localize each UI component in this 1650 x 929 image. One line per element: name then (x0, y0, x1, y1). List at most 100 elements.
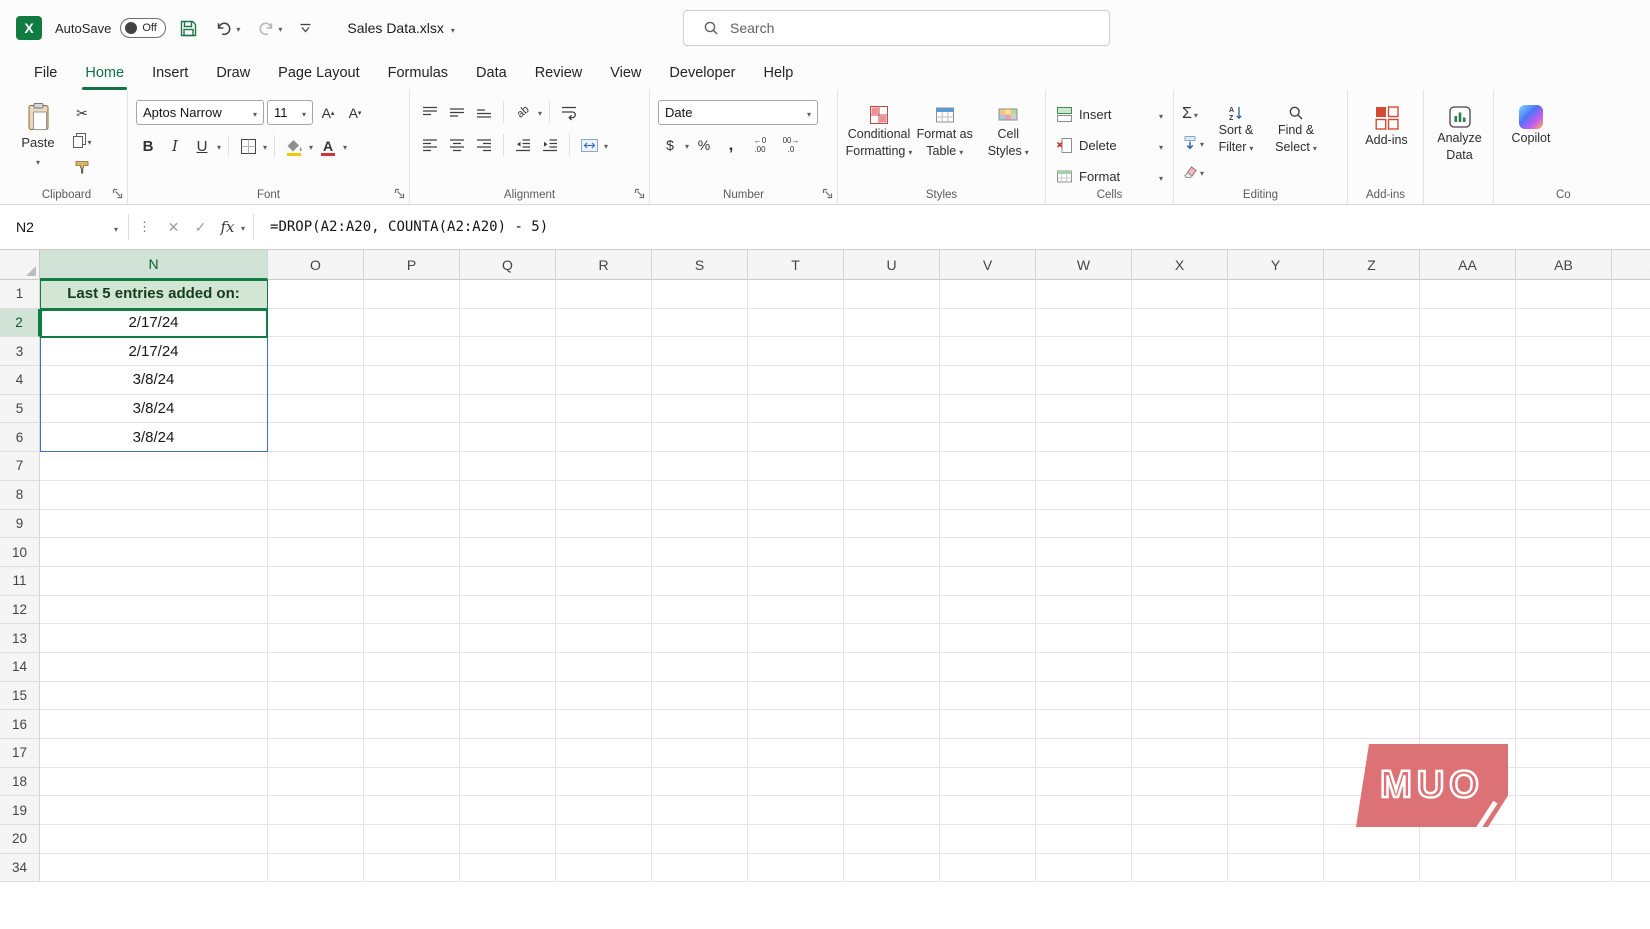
cell-Q13[interactable] (460, 624, 556, 653)
cell-O13[interactable] (268, 624, 364, 653)
column-header-P[interactable]: P (364, 250, 460, 280)
cell-X18[interactable] (1132, 768, 1228, 797)
cell-AA15[interactable] (1420, 682, 1516, 711)
align-top-button[interactable] (418, 100, 442, 124)
cell-Y5[interactable] (1228, 395, 1324, 424)
cell-T11[interactable] (748, 567, 844, 596)
cell-O8[interactable] (268, 481, 364, 510)
cell-O1[interactable] (268, 280, 364, 309)
cell-Y17[interactable] (1228, 739, 1324, 768)
cell-S20[interactable] (652, 825, 748, 854)
save-button[interactable] (175, 15, 202, 42)
cell-AB5[interactable] (1516, 395, 1612, 424)
cell-N14[interactable] (40, 653, 268, 682)
enter-button[interactable]: ✓ (187, 213, 214, 241)
row-header-1[interactable]: 1 (0, 280, 40, 309)
copilot-button[interactable]: Copilot (1502, 100, 1560, 146)
cell-AB20[interactable] (1516, 825, 1612, 854)
cell-AA1[interactable] (1420, 280, 1516, 309)
row-header-9[interactable]: 9 (0, 510, 40, 539)
column-header-X[interactable]: X (1132, 250, 1228, 280)
cell-Q12[interactable] (460, 596, 556, 625)
cell-V9[interactable] (940, 510, 1036, 539)
cell-V7[interactable] (940, 452, 1036, 481)
cell-Y11[interactable] (1228, 567, 1324, 596)
cell-N3[interactable]: 2/17/24 (40, 337, 268, 366)
row-header-5[interactable]: 5 (0, 395, 40, 424)
cell-W1[interactable] (1036, 280, 1132, 309)
align-right-button[interactable] (472, 133, 496, 157)
cell-O7[interactable] (268, 452, 364, 481)
cell-O16[interactable] (268, 710, 364, 739)
cell-Y8[interactable] (1228, 481, 1324, 510)
wrap-text-button[interactable] (557, 100, 581, 124)
cell-P12[interactable] (364, 596, 460, 625)
cell-S19[interactable] (652, 796, 748, 825)
cell-Y10[interactable] (1228, 538, 1324, 567)
cell-Z3[interactable] (1324, 337, 1420, 366)
cell-V10[interactable] (940, 538, 1036, 567)
cell-W2[interactable] (1036, 309, 1132, 338)
cell-AC12[interactable] (1612, 596, 1650, 625)
document-title[interactable]: Sales Data.xlsx (347, 20, 455, 36)
cell-R12[interactable] (556, 596, 652, 625)
cell-T1[interactable] (748, 280, 844, 309)
cell-Q10[interactable] (460, 538, 556, 567)
cell-AC17[interactable] (1612, 739, 1650, 768)
cell-R34[interactable] (556, 854, 652, 883)
cell-AB6[interactable] (1516, 423, 1612, 452)
cell-U12[interactable] (844, 596, 940, 625)
cell-Q16[interactable] (460, 710, 556, 739)
cell-AC14[interactable] (1612, 653, 1650, 682)
cell-N20[interactable] (40, 825, 268, 854)
cancel-button[interactable]: ✕ (160, 213, 187, 241)
cell-X19[interactable] (1132, 796, 1228, 825)
cell-Y13[interactable] (1228, 624, 1324, 653)
format-painter-button[interactable] (70, 156, 94, 178)
cell-R18[interactable] (556, 768, 652, 797)
cell-AC6[interactable] (1612, 423, 1650, 452)
cell-R8[interactable] (556, 481, 652, 510)
customize-quick-access-button[interactable] (295, 19, 316, 38)
row-header-10[interactable]: 10 (0, 538, 40, 567)
tab-page-layout[interactable]: Page Layout (264, 56, 373, 90)
cell-O19[interactable] (268, 796, 364, 825)
cell-O2[interactable] (268, 309, 364, 338)
cell-U34[interactable] (844, 854, 940, 883)
currency-format-button[interactable]: $ (658, 133, 682, 157)
number-format-select[interactable]: Date (658, 100, 818, 125)
font-size-select[interactable]: 11 (267, 100, 313, 125)
row-header-17[interactable]: 17 (0, 739, 40, 768)
cell-S5[interactable] (652, 395, 748, 424)
cell-Z20[interactable] (1324, 825, 1420, 854)
cell-N6[interactable]: 3/8/24 (40, 423, 268, 452)
cell-W17[interactable] (1036, 739, 1132, 768)
cell-O4[interactable] (268, 366, 364, 395)
cell-Q1[interactable] (460, 280, 556, 309)
cell-S11[interactable] (652, 567, 748, 596)
tab-insert[interactable]: Insert (138, 56, 202, 90)
font-name-select[interactable]: Aptos Narrow (136, 100, 264, 125)
cell-Y2[interactable] (1228, 309, 1324, 338)
cell-T4[interactable] (748, 366, 844, 395)
cell-O14[interactable] (268, 653, 364, 682)
cell-P14[interactable] (364, 653, 460, 682)
cell-AB14[interactable] (1516, 653, 1612, 682)
cell-Z34[interactable] (1324, 854, 1420, 883)
cell-T2[interactable] (748, 309, 844, 338)
cell-W10[interactable] (1036, 538, 1132, 567)
cell-Q9[interactable] (460, 510, 556, 539)
cell-X7[interactable] (1132, 452, 1228, 481)
tab-data[interactable]: Data (462, 56, 521, 90)
cell-P2[interactable] (364, 309, 460, 338)
cell-AA10[interactable] (1420, 538, 1516, 567)
cell-U18[interactable] (844, 768, 940, 797)
cell-W19[interactable] (1036, 796, 1132, 825)
cell-Y12[interactable] (1228, 596, 1324, 625)
cell-T17[interactable] (748, 739, 844, 768)
cell-X5[interactable] (1132, 395, 1228, 424)
cell-AA8[interactable] (1420, 481, 1516, 510)
row-header-3[interactable]: 3 (0, 337, 40, 366)
cell-AB2[interactable] (1516, 309, 1612, 338)
cell-V16[interactable] (940, 710, 1036, 739)
